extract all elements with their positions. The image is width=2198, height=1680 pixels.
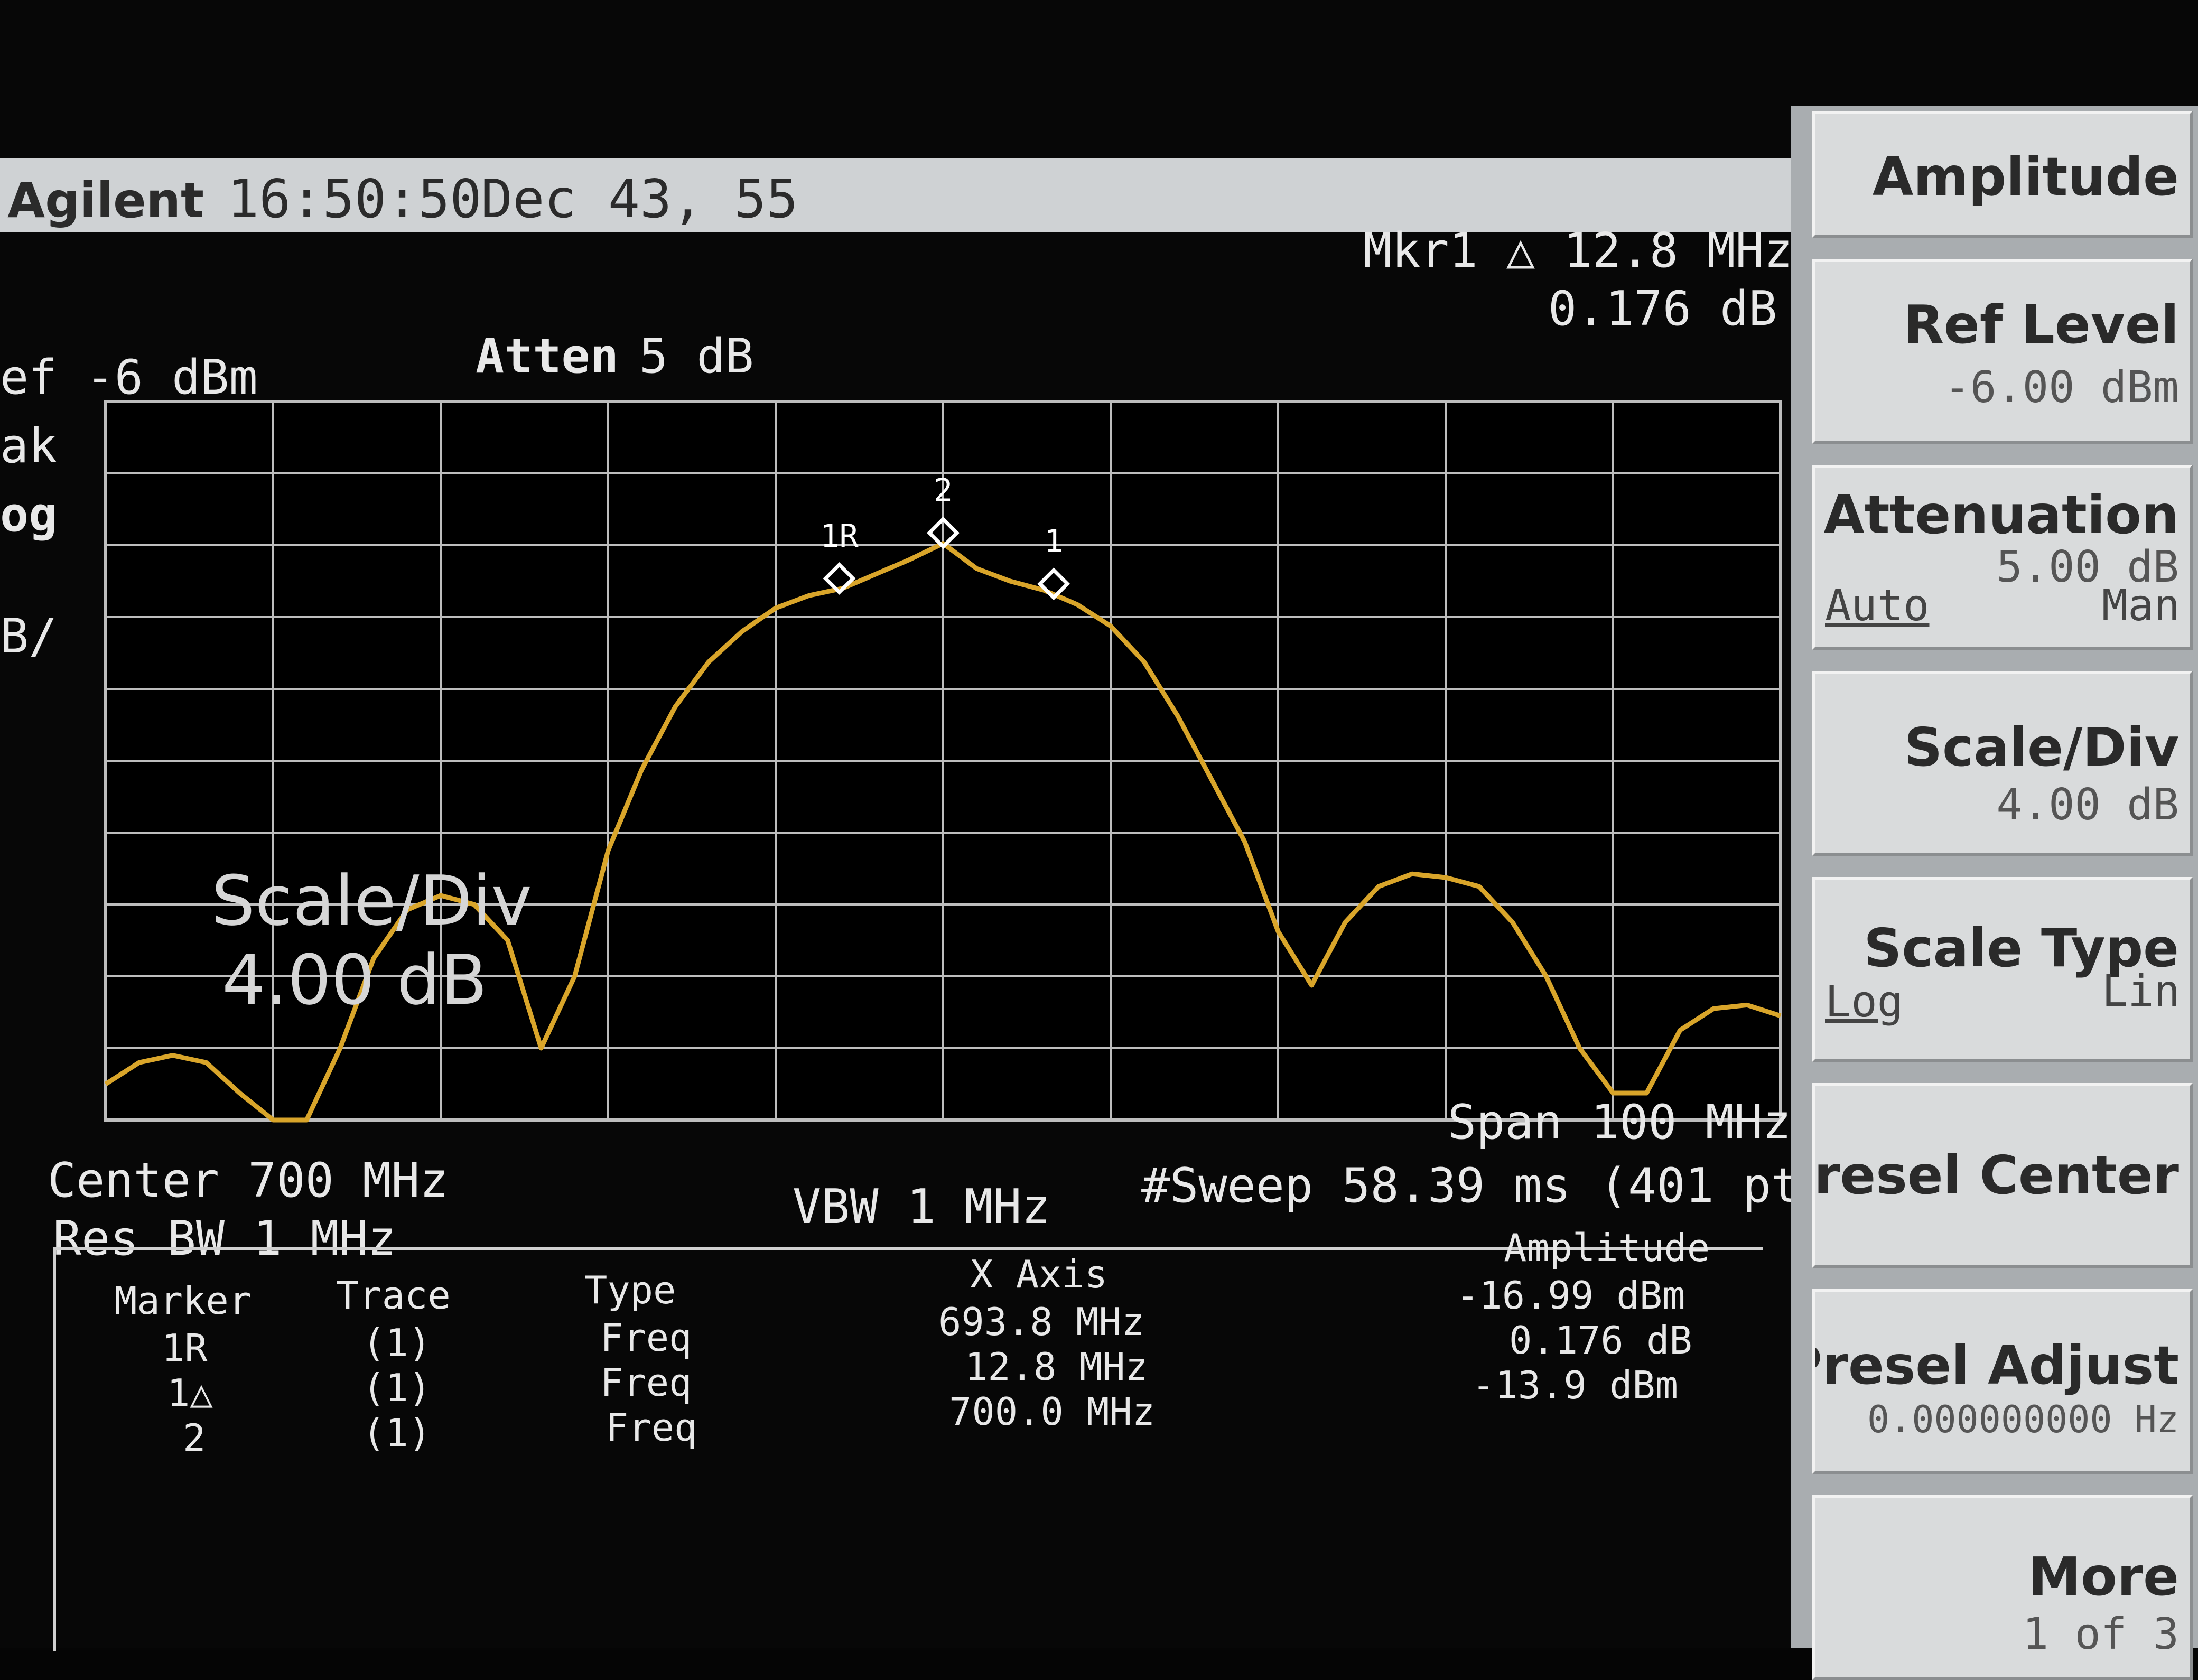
softkey-label: Presel Center [1812, 1144, 2179, 1206]
sweep-readout: #Sweep 58.39 ms (401 pts) [1141, 1158, 1857, 1214]
marker-table-header: Type [584, 1268, 676, 1312]
table-cell: 1R [162, 1326, 208, 1370]
table-cell: Freq [600, 1360, 692, 1405]
softkey-value: 0.000000000 Hz [1867, 1398, 2179, 1441]
softkey-presel-center[interactable]: Presel Center [1812, 1083, 2193, 1268]
scale-div-overlay-value: 4.00 dB [222, 940, 488, 1020]
marker-table-header: Amplitude [1504, 1226, 1710, 1270]
marker-table-header: Trace [336, 1273, 451, 1318]
softkey-label: Scale/Div [1904, 716, 2179, 778]
softkey-amplitude-menu-title: Amplitude [1812, 111, 2193, 238]
softkey-label: Amplitude [1872, 146, 2179, 208]
marker-table-header: Marker [114, 1278, 252, 1323]
softkey-more[interactable]: More 1 of 3 [1812, 1495, 2193, 1680]
softkey-label: More [2028, 1546, 2179, 1608]
table-cell: Freq [606, 1405, 697, 1450]
softkey-presel-adjust[interactable]: Presel Adjust 0.000000000 Hz [1812, 1289, 2193, 1474]
softkey-scale-type[interactable]: Scale Type Log Lin [1812, 877, 2193, 1062]
softkey-label: Presel Adjust [1812, 1334, 2179, 1396]
softkey-panel: Amplitude Ref Level -6.00 dBm Attenuatio… [1791, 106, 2198, 1680]
softkey-value: 4.00 dB [1996, 780, 2179, 830]
softkey-ref-level[interactable]: Ref Level -6.00 dBm [1812, 259, 2193, 444]
softkey-option-lin: Lin [2101, 966, 2180, 1016]
softkey-scale-div[interactable]: Scale/Div 4.00 dB [1812, 671, 2193, 856]
softkey-option-auto: Auto [1825, 581, 1930, 631]
table-cell: 1△ [167, 1371, 213, 1415]
table-cell: -13.9 dBm [1472, 1363, 1679, 1407]
marker-label: 2 [934, 472, 953, 509]
center-freq-readout: Center 700 MHz [48, 1153, 449, 1208]
table-cell: Freq [600, 1315, 692, 1360]
table-cell: -16.99 dBm [1456, 1273, 1685, 1318]
softkey-label: Attenuation [1823, 484, 2179, 546]
marker-label: 1R [820, 518, 859, 555]
marker-table: Marker Trace Type X Axis Amplitude 1R (1… [53, 1229, 1763, 1651]
table-cell: (1) [362, 1366, 432, 1410]
table-cell: 2 [183, 1416, 206, 1460]
analyzer-screen: Agilent 16:50:50 Dec 43, 55 Mkr1 △ 12.8 … [0, 0, 2198, 1680]
table-cell: 12.8 MHz [965, 1345, 1148, 1389]
table-cell: 0.176 dB [1509, 1318, 1692, 1362]
table-cell: 693.8 MHz [938, 1300, 1145, 1344]
vbw-readout: VBW 1 MHz [793, 1179, 1050, 1235]
softkey-option-log: Log [1825, 977, 1904, 1027]
marker-label: 1 [1044, 523, 1063, 560]
table-cell: (1) [362, 1321, 432, 1365]
table-cell: 700.0 MHz [949, 1389, 1156, 1434]
span-readout: Span 100 MHz [1448, 1095, 1792, 1150]
softkey-attenuation[interactable]: Attenuation 5.00 dB Auto Man [1812, 465, 2193, 650]
softkey-label: Ref Level [1903, 294, 2179, 356]
softkey-value: -6.00 dBm [1944, 362, 2179, 413]
marker-table-header: X Axis [970, 1252, 1108, 1296]
table-cell: (1) [362, 1411, 432, 1455]
softkey-value: 1 of 3 [2022, 1609, 2179, 1659]
scale-div-overlay-label: Scale/Div [211, 861, 532, 941]
softkey-option-man: Man [2101, 581, 2180, 631]
